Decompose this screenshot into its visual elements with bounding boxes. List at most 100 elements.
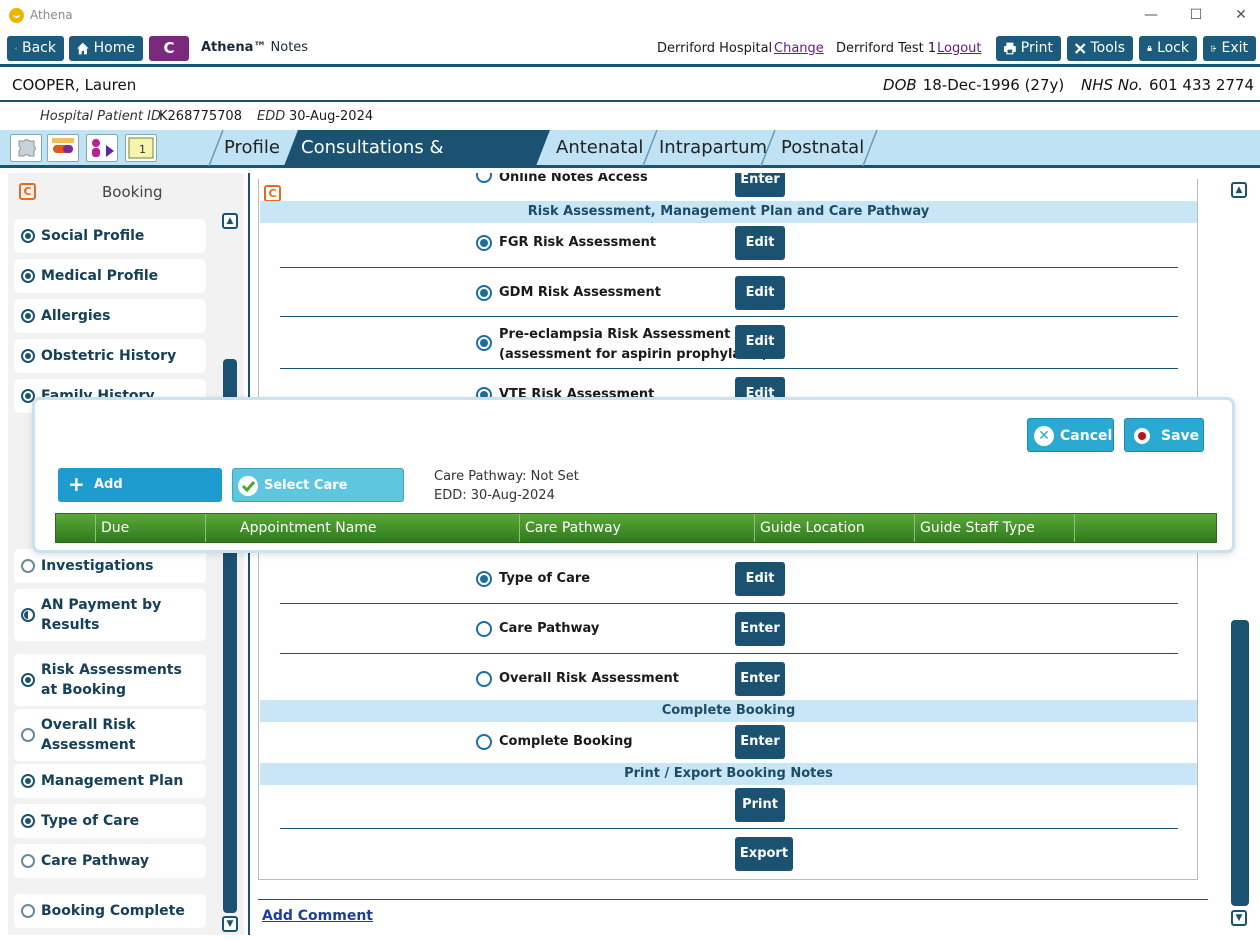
sidebar-item[interactable]: Booking Complete [14,894,206,928]
exit-button[interactable]: Exit [1203,36,1256,61]
plus-icon: + [68,472,85,496]
sidebar-item[interactable]: Care Pathway [14,844,206,878]
content-scrollbar[interactable]: ▲ ▼ [1230,180,1250,930]
col-guide-staff-type[interactable]: Guide Staff Type [915,514,1075,542]
sidebar-item-status-radio [21,774,35,788]
tools-button[interactable]: Tools [1067,36,1133,61]
modal-edd: EDD: 30-Aug-2024 [434,488,555,503]
row-fgr: FGR Risk Assessment Edit [280,223,1178,268]
section-risk-assessment: Risk Assessment, Management Plan and Car… [260,201,1197,223]
type-of-care-radio[interactable] [476,571,492,587]
preeclampsia-radio[interactable] [476,335,492,351]
print-button[interactable]: Print [996,36,1061,61]
sidebar-item-label: Care Pathway [41,853,150,869]
save-button[interactable]: Save [1124,418,1204,452]
close-icon[interactable]: ✕ [1231,6,1251,24]
preeclampsia-label-line1: Pre-eclampsia Risk Assessment [499,327,731,342]
puzzle-icon[interactable] [10,134,42,162]
preeclampsia-edit-button[interactable]: Edit [735,325,785,359]
scroll-up-icon[interactable]: ▲ [1231,182,1247,198]
type-of-care-edit-button[interactable]: Edit [735,562,785,596]
nhs-value: 601 433 2774 [1149,76,1254,94]
sidebar-item[interactable]: Management Plan [14,764,206,798]
sidebar-item[interactable]: Obstetric History [14,339,206,373]
online-notes-enter-button[interactable]: Enter [735,173,785,197]
people-icon[interactable] [86,134,118,162]
scroll-down-icon[interactable]: ▼ [222,916,238,932]
sidebar-item-label: AN Payment by Results [41,597,162,633]
row-gdm: GDM Risk Assessment Edit [280,268,1178,317]
export-notes-button[interactable]: Export [735,837,793,871]
scroll-down-icon[interactable]: ▼ [1231,910,1247,926]
maximize-icon[interactable]: ☐ [1186,6,1206,24]
fgr-radio[interactable] [476,235,492,251]
change-link[interactable]: Change [774,41,824,56]
col-guide-location[interactable]: Guide Location [755,514,915,542]
sidebar-item[interactable]: Overall Risk Assessment [14,709,206,761]
sidebar-item[interactable]: Medical Profile [14,259,206,293]
sidebar-item-status-radio [21,269,35,283]
svg-text:1: 1 [139,143,146,156]
appointments-grid-header: Due Appointment Name Care Pathway Guide … [55,513,1217,543]
back-label: Back [22,40,56,56]
tab-postnatal[interactable]: Postnatal [781,130,864,166]
home-icon [77,42,89,55]
tab-profile[interactable]: Profile [224,130,280,166]
overall-risk-radio[interactable] [476,671,492,687]
gdm-radio[interactable] [476,285,492,301]
home-button[interactable]: Home [69,36,143,61]
online-notes-radio[interactable] [476,173,492,183]
sidebar-item-status-radio [21,814,35,828]
care-pathway-radio[interactable] [476,621,492,637]
c-logo-button[interactable]: C [149,36,189,61]
tools-icon [1075,43,1086,54]
add-appointment-button[interactable]: + Add Appointment [58,468,222,526]
tab-intrapartum[interactable]: Intrapartum [659,130,767,166]
sidebar-item[interactable]: Social Profile [14,219,206,253]
sidebar-item[interactable]: Risk Assessments at Booking [14,654,206,706]
brand-title: Athena™ Notes [201,40,308,55]
col-due[interactable]: Due [96,514,206,542]
sidebar-item-status-radio [21,854,35,868]
tab-antenatal[interactable]: Antenatal [556,130,643,166]
complete-booking-radio[interactable] [476,734,492,750]
add-comment-link[interactable]: Add Comment [262,908,373,924]
calendar-icon[interactable]: 1 [125,134,157,162]
lock-button[interactable]: Lock [1139,36,1197,61]
fgr-edit-button[interactable]: Edit [735,226,785,260]
sidebar-item[interactable]: Investigations [14,549,206,583]
sidebar-item-label: Risk Assessments at Booking [41,662,182,698]
row-complete-booking: Complete Booking Enter [280,722,1178,762]
hospital-id-value: K268775708 [159,109,242,124]
col-appointment-name[interactable]: Appointment Name [206,514,520,542]
sidebar-item[interactable]: AN Payment by Results [14,589,206,641]
complete-booking-enter-button[interactable]: Enter [735,725,785,759]
sidebar-item-status-radio [21,559,35,573]
sidebar-item[interactable]: Type of Care [14,804,206,838]
sidebar-scrollbar[interactable]: ▲ ▼ [222,211,238,933]
lock-icon [1147,45,1152,52]
overall-risk-enter-button[interactable]: Enter [735,662,785,696]
tab-consultations[interactable]: Consultations & Admissions [284,130,550,166]
care-pathway-enter-button[interactable]: Enter [735,612,785,646]
c-logo-letter: C [163,39,175,57]
cancel-button[interactable]: ✕ Cancel [1027,418,1114,452]
cancel-x-icon: ✕ [1034,426,1054,446]
sidebar-item[interactable]: Allergies [14,299,206,333]
hospital-name: Derriford Hospital [657,41,773,56]
medication-icon[interactable] [47,134,79,162]
col-care-pathway[interactable]: Care Pathway [520,514,755,542]
back-button[interactable]: Back [7,36,64,61]
logout-link[interactable]: Logout [937,41,982,56]
chevron-left-icon [15,47,17,50]
gdm-edit-button[interactable]: Edit [735,276,785,310]
scroll-up-icon[interactable]: ▲ [222,213,238,229]
print-notes-button[interactable]: Print [735,788,785,822]
sidebar-item-label: Obstetric History [41,348,177,364]
minimize-icon[interactable]: — [1141,6,1161,24]
exit-label: Exit [1221,40,1248,56]
section-complete-booking: Complete Booking [260,700,1197,722]
select-care-pathway-button[interactable]: Select Care Pathway [232,468,404,527]
content-scroll-thumb[interactable] [1231,620,1249,906]
print-label: Print [1020,40,1053,56]
